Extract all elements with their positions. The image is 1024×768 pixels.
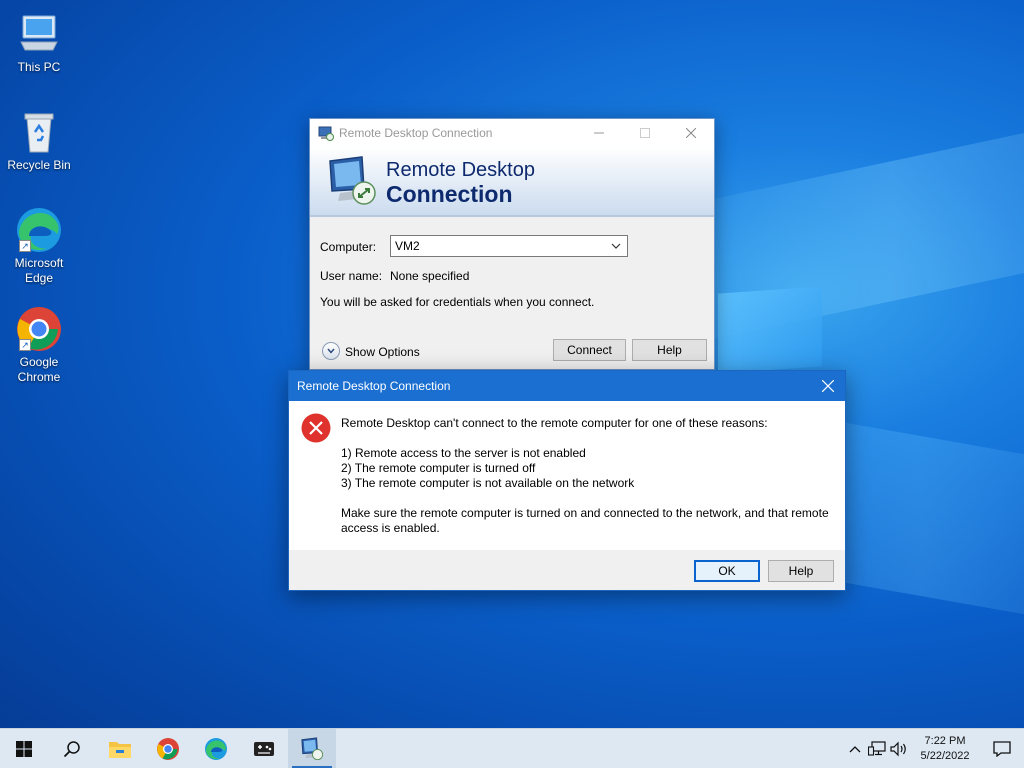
edge-icon bbox=[205, 737, 227, 760]
rdc-title-bar[interactable]: Remote Desktop Connection bbox=[310, 119, 714, 147]
username-value: None specified bbox=[390, 269, 470, 283]
notifications-button[interactable] bbox=[980, 729, 1024, 768]
error-advice-line1: Make sure the remote computer is turned … bbox=[341, 506, 829, 520]
desktop-icon-label: This PC bbox=[17, 60, 61, 74]
desktop-icon-edge[interactable]: ↗ Microsoft Edge bbox=[4, 206, 74, 286]
credentials-note: You will be asked for credentials when y… bbox=[320, 295, 595, 309]
search-button[interactable] bbox=[48, 729, 96, 768]
desktop-icon-this-pc[interactable]: This PC bbox=[4, 10, 74, 75]
banner-title-line2: Connection bbox=[386, 181, 513, 207]
taskbar: 7:22 PM 5/22/2022 bbox=[0, 728, 1024, 768]
computer-label: Computer: bbox=[320, 240, 377, 254]
error-dialog-content: Remote Desktop can't connect to the remo… bbox=[289, 401, 845, 550]
recycle-bin-icon bbox=[15, 108, 63, 156]
chevron-down-icon[interactable] bbox=[611, 241, 621, 251]
connect-button[interactable]: Connect bbox=[553, 339, 626, 361]
remote-desktop-icon bbox=[318, 126, 334, 141]
close-button[interactable] bbox=[668, 119, 714, 147]
error-advice-line2: access is enabled. bbox=[341, 521, 440, 535]
rdc-window-title: Remote Desktop Connection bbox=[339, 126, 493, 140]
error-dialog-title: Remote Desktop Connection bbox=[297, 379, 451, 393]
taskbar-clock[interactable]: 7:22 PM 5/22/2022 bbox=[910, 734, 980, 764]
close-icon bbox=[822, 380, 834, 392]
search-icon bbox=[63, 740, 80, 757]
network-icon bbox=[868, 741, 886, 756]
error-dialog-close-button[interactable] bbox=[811, 371, 845, 401]
clock-time: 7:22 PM bbox=[924, 735, 966, 747]
notification-icon bbox=[993, 741, 1011, 757]
error-dialog: Remote Desktop Connection Remote Desktop… bbox=[288, 370, 846, 591]
shortcut-arrow-icon: ↗ bbox=[19, 240, 31, 252]
taskbar-edge[interactable] bbox=[192, 729, 240, 768]
volume-icon bbox=[890, 741, 906, 757]
start-button[interactable] bbox=[0, 729, 48, 768]
show-options-toggle[interactable] bbox=[322, 342, 340, 360]
file-explorer-icon bbox=[109, 741, 131, 758]
chevron-up-icon bbox=[849, 746, 861, 753]
network-button[interactable] bbox=[866, 729, 888, 768]
game-controller-icon bbox=[254, 741, 274, 756]
error-dialog-footer: OK Help bbox=[289, 550, 845, 590]
error-reason-2: 2) The remote computer is turned off bbox=[341, 461, 536, 475]
chrome-icon bbox=[157, 737, 179, 760]
remote-desktop-icon bbox=[301, 736, 324, 760]
rdc-window: Remote Desktop Connection Remote Desktop… bbox=[309, 118, 715, 370]
ok-button[interactable]: OK bbox=[694, 560, 760, 582]
maximize-button[interactable] bbox=[622, 119, 668, 147]
show-options-link[interactable]: Show Options bbox=[345, 345, 420, 359]
error-dialog-title-bar[interactable]: Remote Desktop Connection bbox=[289, 371, 845, 401]
this-pc-icon bbox=[15, 10, 63, 58]
minimize-button[interactable] bbox=[576, 119, 622, 147]
system-tray: 7:22 PM 5/22/2022 bbox=[844, 729, 1024, 768]
error-icon bbox=[301, 413, 331, 443]
username-label: User name: bbox=[320, 269, 383, 283]
computer-value: VM2 bbox=[395, 239, 420, 253]
computer-combobox[interactable]: VM2 bbox=[390, 235, 628, 257]
start-icon bbox=[16, 740, 32, 757]
banner-title-line1: Remote Desktop bbox=[386, 159, 535, 181]
edge-icon: ↗ bbox=[15, 206, 63, 254]
rdc-help-button[interactable]: Help bbox=[632, 339, 707, 361]
maximize-icon bbox=[640, 128, 650, 138]
volume-button[interactable] bbox=[888, 729, 910, 768]
wallpaper-window-pane bbox=[718, 286, 822, 374]
error-help-button[interactable]: Help bbox=[768, 560, 834, 582]
taskbar-chrome[interactable] bbox=[144, 729, 192, 768]
taskbar-game-app[interactable] bbox=[240, 729, 288, 768]
error-reason-1: 1) Remote access to the server is not en… bbox=[341, 446, 586, 460]
desktop-icon-label: Microsoft Edge bbox=[14, 256, 64, 285]
taskbar-file-explorer[interactable] bbox=[96, 729, 144, 768]
show-hidden-icons-button[interactable] bbox=[844, 729, 866, 768]
desktop-icon-recycle-bin[interactable]: Recycle Bin bbox=[4, 108, 74, 173]
chevron-down-icon bbox=[327, 348, 335, 354]
minimize-icon bbox=[594, 132, 604, 134]
remote-desktop-monitor-icon bbox=[329, 156, 376, 205]
chrome-icon: ↗ bbox=[15, 305, 63, 353]
shortcut-arrow-icon: ↗ bbox=[19, 339, 31, 351]
desktop-icon-label: Recycle Bin bbox=[7, 158, 71, 172]
error-reason-3: 3) The remote computer is not available … bbox=[341, 476, 635, 490]
desktop-icon-chrome[interactable]: ↗ Google Chrome bbox=[4, 305, 74, 385]
close-icon bbox=[686, 128, 696, 138]
desktop-icon-label: Google Chrome bbox=[17, 355, 61, 384]
taskbar-remote-desktop[interactable] bbox=[288, 728, 336, 768]
clock-date: 5/22/2022 bbox=[920, 750, 970, 762]
error-message-intro: Remote Desktop can't connect to the remo… bbox=[341, 416, 768, 430]
rdc-banner: Remote Desktop Connection bbox=[310, 147, 714, 217]
